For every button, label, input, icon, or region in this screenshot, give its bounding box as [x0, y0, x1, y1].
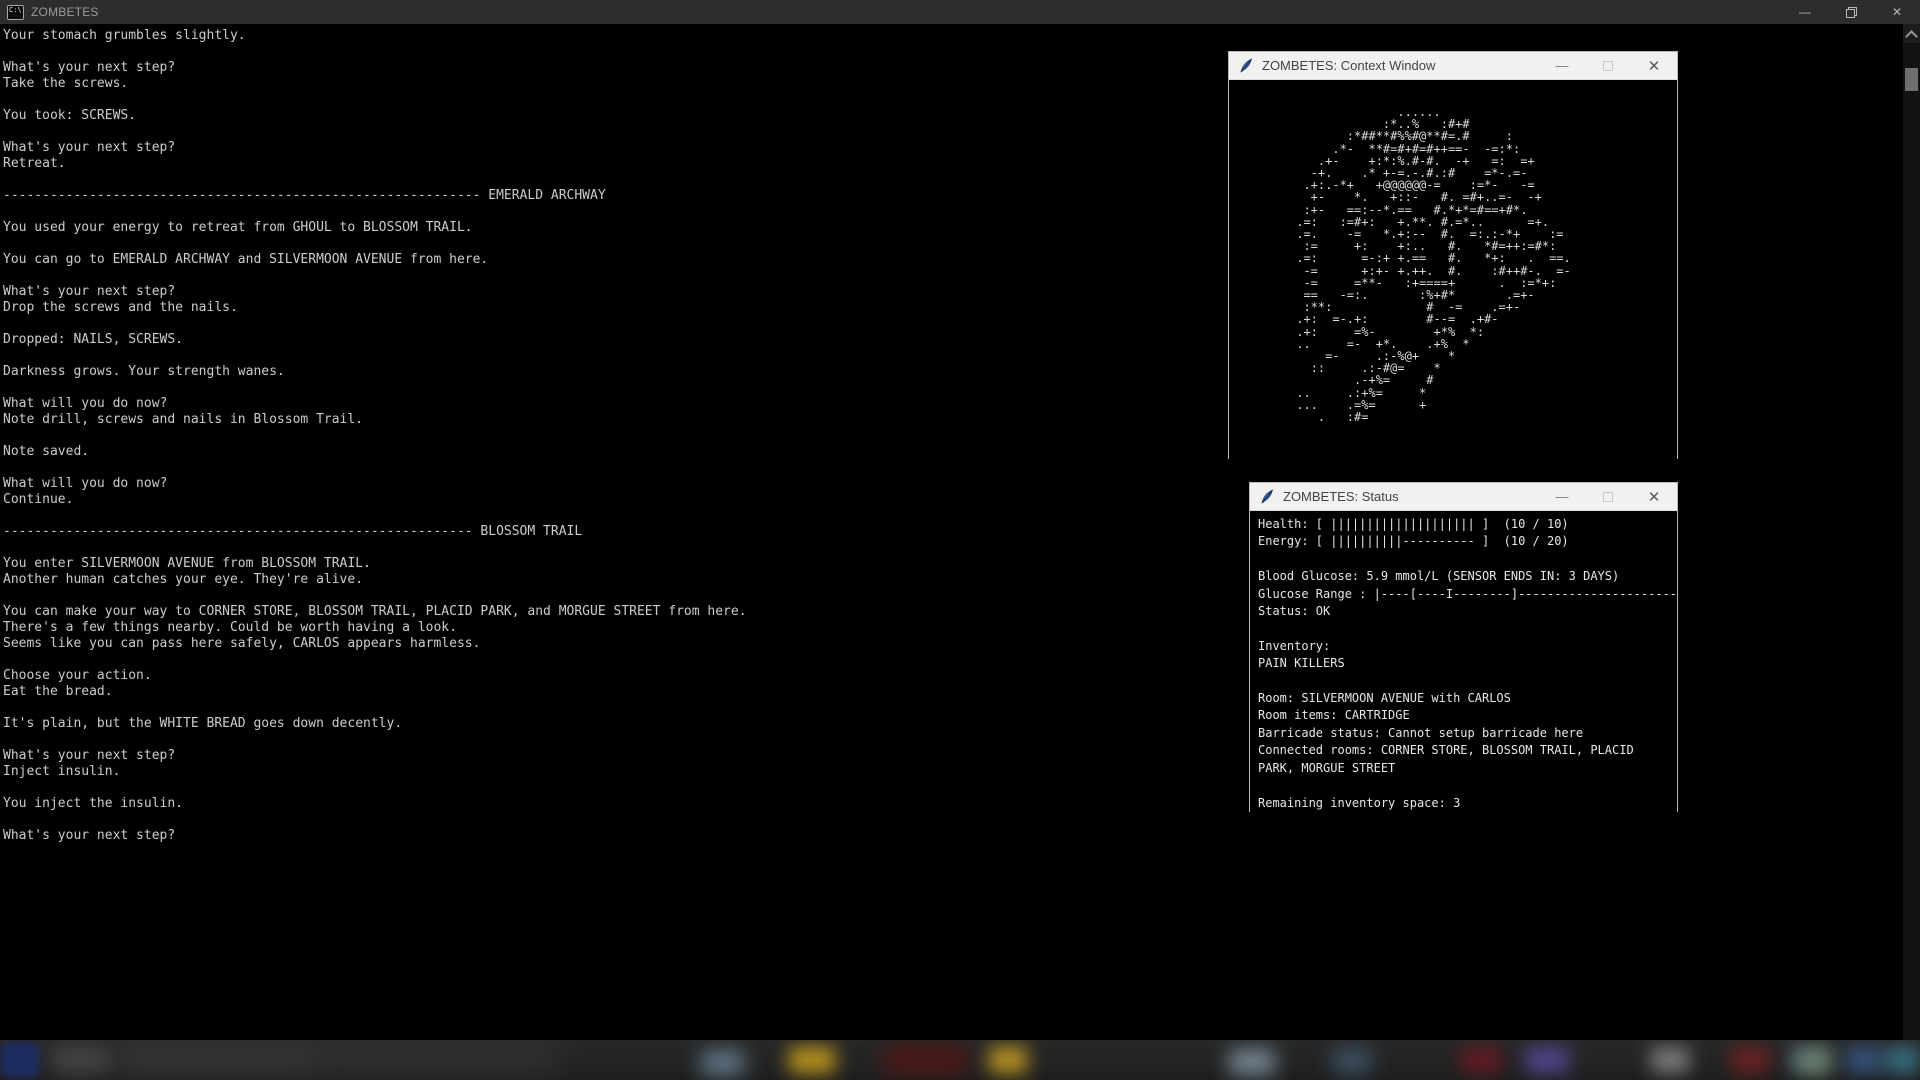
minimize-icon: — [1556, 58, 1569, 73]
restore-icon [1846, 7, 1856, 17]
status-window-titlebar[interactable]: ZOMBETES: Status — ✕ [1250, 483, 1677, 511]
close-icon: ✕ [1892, 5, 1902, 19]
taskbar-app-blob[interactable] [700, 1050, 745, 1076]
close-button[interactable]: ✕ [1631, 52, 1677, 80]
context-window-title: ZOMBETES: Context Window [1262, 58, 1435, 73]
main-window-titlebar[interactable]: C:\ ZOMBETES — ✕ [0, 0, 1920, 24]
taskbar-app-blob[interactable] [1650, 1047, 1690, 1073]
minimize-icon: — [1556, 489, 1569, 504]
taskbar[interactable] [0, 1040, 1920, 1080]
taskbar-app-blob[interactable] [1524, 1046, 1570, 1074]
taskbar-app-blob[interactable] [882, 1045, 968, 1075]
taskbar-app-blob[interactable] [788, 1046, 836, 1074]
status-window-title: ZOMBETES: Status [1283, 489, 1399, 504]
taskbar-app-blob[interactable] [115, 1045, 315, 1075]
taskbar-app-blob[interactable] [1886, 1046, 1920, 1074]
scrollbar-thumb[interactable] [1905, 68, 1918, 91]
feather-icon [1238, 58, 1254, 74]
taskbar-app-blob[interactable] [1730, 1046, 1770, 1074]
taskbar-app-blob[interactable] [1332, 1048, 1372, 1074]
main-window-title: ZOMBETES [31, 5, 99, 19]
taskbar-app-blob[interactable] [1460, 1046, 1502, 1074]
feather-icon [1259, 489, 1275, 505]
minimize-icon: — [1799, 5, 1811, 19]
context-window: ZOMBETES: Context Window — ✕ ...... :*..… [1228, 51, 1678, 459]
minimize-button[interactable]: — [1539, 483, 1585, 511]
ascii-art: ...... :*..% :#+# :*##**#%%#@**#=.# : .*… [1229, 80, 1677, 423]
maximize-icon [1603, 492, 1613, 502]
maximize-button[interactable] [1585, 483, 1631, 511]
taskbar-app-blob[interactable] [1228, 1049, 1276, 1075]
status-readout: Health: [ |||||||||||||||||||| ] (10 / 1… [1250, 511, 1677, 812]
context-window-titlebar[interactable]: ZOMBETES: Context Window — ✕ [1229, 52, 1677, 80]
taskbar-app-blob[interactable] [988, 1046, 1028, 1074]
taskbar-app-blob[interactable] [0, 1042, 40, 1078]
minimize-button[interactable]: — [1782, 0, 1828, 24]
restore-button[interactable] [1828, 0, 1874, 24]
minimize-button[interactable]: — [1539, 52, 1585, 80]
scroll-up-button[interactable] [1903, 24, 1920, 43]
taskbar-app-blob[interactable] [1844, 1046, 1884, 1074]
close-button[interactable]: ✕ [1874, 0, 1920, 24]
console-icon: C:\ [7, 5, 24, 20]
terminal-scrollbar[interactable] [1903, 24, 1920, 1040]
maximize-icon [1603, 61, 1613, 71]
status-window: ZOMBETES: Status — ✕ Health: [ |||||||||… [1249, 482, 1678, 812]
close-icon: ✕ [1648, 488, 1661, 506]
taskbar-app-blob[interactable] [1800, 1050, 1830, 1074]
taskbar-app-blob[interactable] [50, 1045, 110, 1075]
maximize-button[interactable] [1585, 52, 1631, 80]
close-button[interactable]: ✕ [1631, 483, 1677, 511]
taskbar-app-blob[interactable] [310, 1045, 560, 1075]
close-icon: ✕ [1648, 57, 1661, 75]
